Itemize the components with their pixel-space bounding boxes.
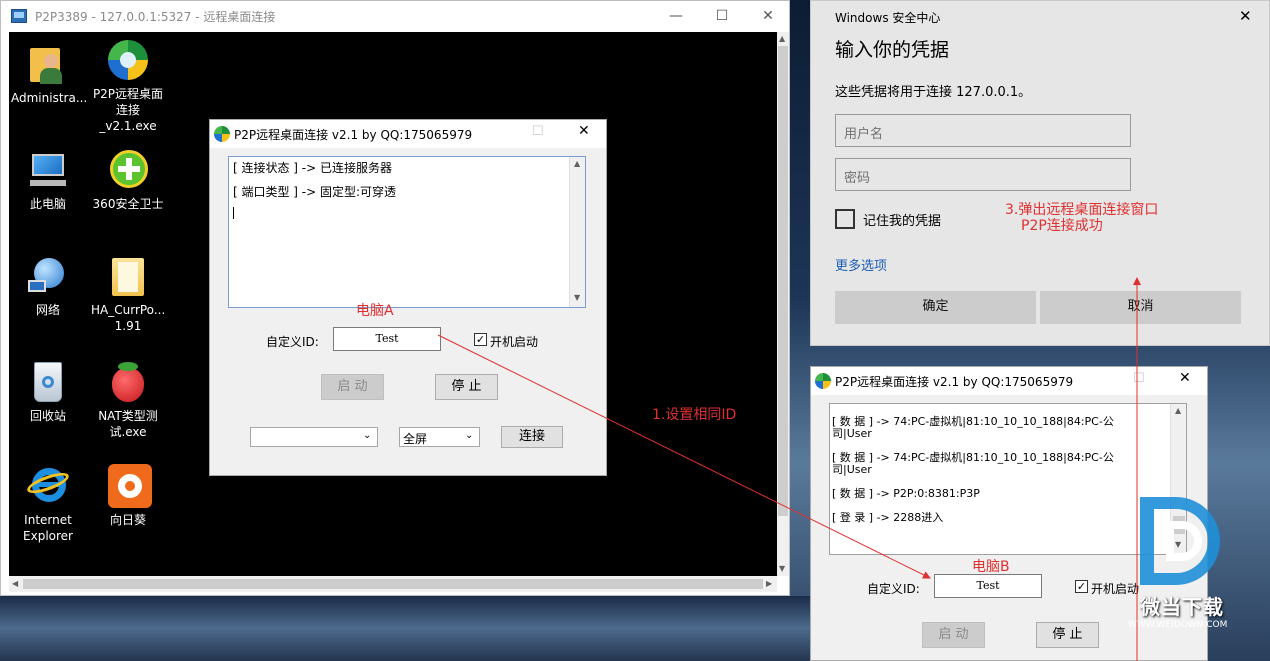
annotation-arrows bbox=[437, 277, 1141, 661]
watermark-logo-icon bbox=[1136, 495, 1226, 590]
watermark-url: WWW.WEIDOWN.COM bbox=[1128, 620, 1228, 630]
watermark-text: 微当下载 bbox=[1140, 595, 1224, 619]
arrow-id-a-to-b bbox=[437, 334, 931, 579]
